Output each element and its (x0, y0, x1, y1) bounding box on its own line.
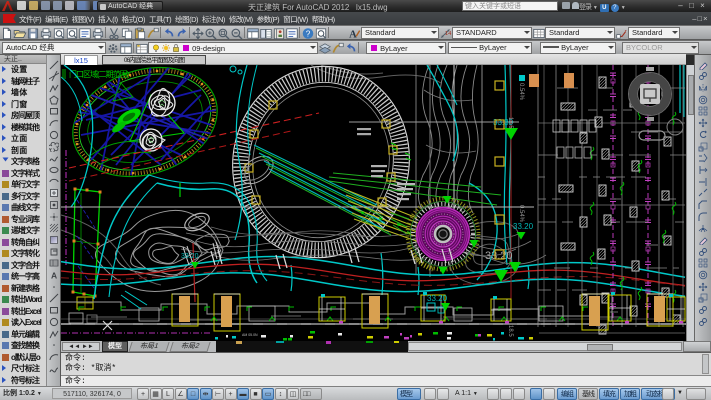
svg-text:0.54%: 0.54% (518, 205, 524, 223)
svg-text:0.54%: 0.54% (518, 83, 524, 101)
svg-text:A: A (349, 30, 357, 40)
svg-text:33.20: 33.20 (513, 222, 534, 231)
svg-text:18.5: 18.5 (507, 117, 513, 129)
svg-text:?: ? (306, 29, 311, 38)
svg-text:33.20: 33.20 (181, 253, 199, 260)
svg-text:33.20: 33.20 (485, 250, 513, 262)
svg-text:14: 14 (445, 31, 452, 37)
svg-text:18.5: 18.5 (507, 325, 513, 337)
svg-text:33.20: 33.20 (427, 294, 448, 303)
svg-text:AM 05.0N: AM 05.0N (242, 333, 258, 337)
